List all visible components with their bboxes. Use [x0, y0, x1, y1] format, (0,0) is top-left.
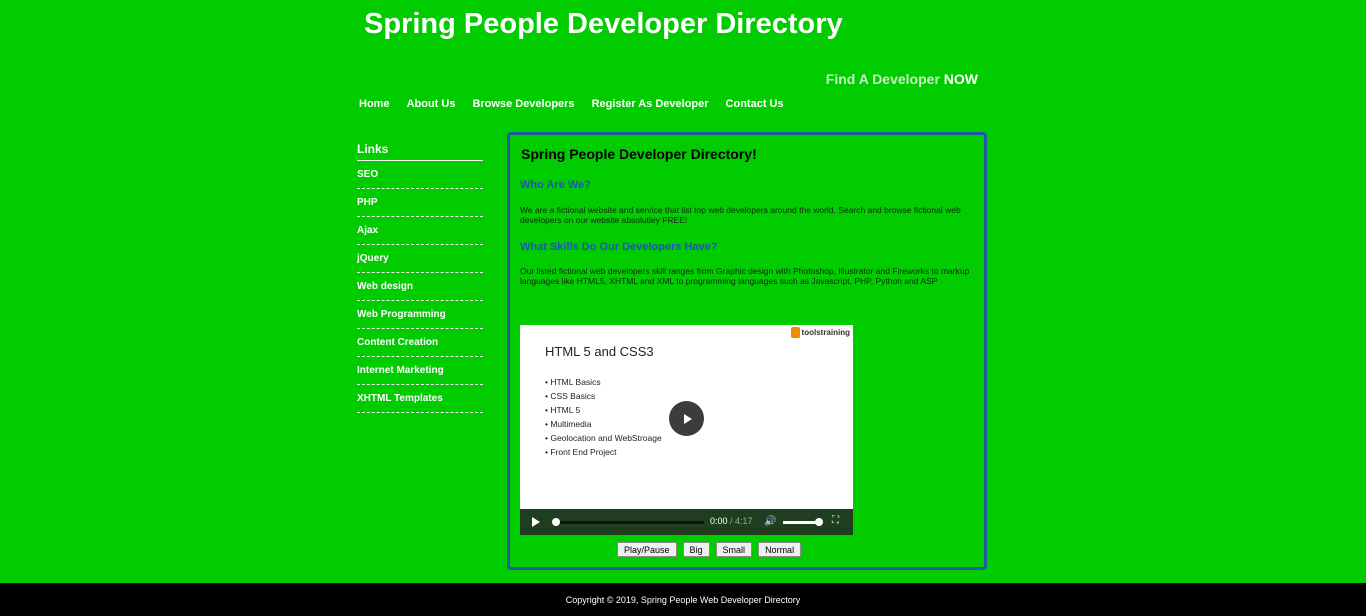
- video-size-buttons: Play/Pause Big Small Normal: [617, 542, 802, 557]
- slide-bullet: Front End Project: [545, 445, 662, 459]
- slide-bullet: HTML 5: [545, 403, 662, 417]
- normal-button[interactable]: Normal: [758, 542, 802, 557]
- sidebar-item: Ajax: [357, 217, 483, 245]
- slide-bullet: Geolocation and WebStroage: [545, 431, 661, 445]
- sidebar-links: SEO PHP Ajax jQuery Web design Web Progr…: [357, 161, 483, 413]
- volume-handle[interactable]: [815, 518, 823, 526]
- play-pause-button[interactable]: Play/Pause: [617, 542, 677, 557]
- time-display: 0:00 / 4:17: [710, 516, 753, 526]
- video-slide-bullets: HTML Basics CSS Basics HTML 5 Multimedia…: [545, 375, 662, 459]
- sidebar-link-seo[interactable]: SEO: [357, 169, 378, 180]
- sidebar-heading: Links: [357, 142, 483, 161]
- sidebar-link-web-programming[interactable]: Web Programming: [357, 309, 446, 320]
- seek-bar[interactable]: [554, 521, 704, 524]
- volume-icon[interactable]: 🔊: [764, 516, 776, 527]
- sidebar-link-jquery[interactable]: jQuery: [357, 253, 389, 264]
- big-play-button[interactable]: [669, 401, 704, 436]
- slide-bullet: CSS Basics: [545, 389, 662, 403]
- copyright-text: Copyright © 2019, Spring People Web Deve…: [565, 594, 801, 605]
- video-slide-title: HTML 5 and CSS3: [545, 344, 654, 359]
- nav-home[interactable]: Home: [359, 98, 390, 110]
- sidebar-link-ajax[interactable]: Ajax: [357, 225, 378, 236]
- play-control-icon[interactable]: [532, 517, 540, 527]
- content-heading: Spring People Developer Directory!: [521, 146, 757, 162]
- sidebar-item: Content Creation: [357, 329, 483, 357]
- section-text-who-are-we: We are a fictional website and service t…: [520, 205, 961, 225]
- volume-slider[interactable]: [783, 521, 819, 524]
- sidebar-link-web-design[interactable]: Web design: [357, 281, 413, 292]
- sidebar-item: jQuery: [357, 245, 483, 273]
- small-button[interactable]: Small: [715, 542, 753, 557]
- nav-register-as-developer[interactable]: Register As Developer: [592, 98, 709, 110]
- main-content: Spring People Developer Directory! Who A…: [507, 132, 987, 570]
- slide-bullet: Multimedia: [545, 417, 662, 431]
- site-title: Spring People Developer Directory: [364, 8, 843, 40]
- slide-bullet: HTML Basics: [545, 375, 662, 389]
- video-controls: 0:00 / 4:17 🔊 ⛶: [520, 509, 853, 535]
- sidebar-item: Web design: [357, 273, 483, 301]
- fullscreen-icon[interactable]: ⛶: [832, 515, 839, 526]
- tagline-text: Find A Developer: [825, 71, 940, 87]
- video-player[interactable]: HTML 5 and CSS3 toolstraining HTML Basic…: [520, 325, 853, 535]
- sidebar-link-content-creation[interactable]: Content Creation: [357, 337, 438, 348]
- video-brand: toolstraining: [790, 327, 850, 338]
- duration: / 4:17: [730, 516, 753, 526]
- play-icon: [683, 413, 692, 424]
- brand-logo-icon: [790, 327, 800, 338]
- sidebar-link-xhtml-templates[interactable]: XHTML Templates: [357, 393, 443, 404]
- big-button[interactable]: Big: [682, 542, 710, 557]
- seek-handle[interactable]: [552, 518, 560, 526]
- sidebar: Links SEO PHP Ajax jQuery Web design Web…: [357, 142, 483, 413]
- section-title-who-are-we: Who Are We?: [520, 179, 591, 191]
- sidebar-item: Web Programming: [357, 301, 483, 329]
- footer: Copyright © 2019, Spring People Web Deve…: [0, 583, 1366, 616]
- main-nav: Home About Us Browse Developers Register…: [359, 98, 801, 110]
- brand-name: toolstraining: [801, 328, 850, 337]
- nav-contact-us[interactable]: Contact Us: [726, 98, 784, 110]
- sidebar-link-php[interactable]: PHP: [357, 197, 378, 208]
- sidebar-item: SEO: [357, 161, 483, 189]
- nav-about-us[interactable]: About Us: [407, 98, 456, 110]
- sidebar-item: Internet Marketing: [357, 357, 483, 385]
- tagline: Find A Developer NOW: [826, 71, 978, 87]
- section-title-skills: What Skills Do Our Developers Have?: [520, 241, 718, 253]
- sidebar-item: XHTML Templates: [357, 385, 483, 413]
- sidebar-item: PHP: [357, 189, 483, 217]
- section-text-skills: Our listed fictional web developers skil…: [520, 266, 970, 286]
- tagline-emphasis: NOW: [943, 71, 978, 87]
- sidebar-link-internet-marketing[interactable]: Internet Marketing: [357, 365, 444, 376]
- nav-browse-developers[interactable]: Browse Developers: [472, 98, 574, 110]
- current-time: 0:00: [710, 516, 728, 526]
